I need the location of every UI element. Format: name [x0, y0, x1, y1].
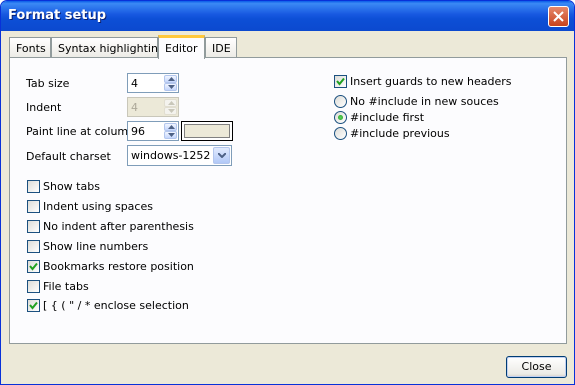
default-charset-label: Default charset [26, 150, 111, 163]
checkmark-icon [29, 301, 38, 310]
indent-using-spaces-checkbox[interactable] [27, 200, 40, 213]
arrow-down-icon [168, 85, 175, 89]
editor-panel: Tab size 4 Indent 4 Paint line at column… [9, 57, 567, 344]
indent-value: 4 [131, 101, 138, 114]
indent-using-spaces-label[interactable]: Indent using spaces [43, 200, 153, 213]
insert-guards-checkbox[interactable] [334, 75, 347, 88]
default-charset-dropdown-button[interactable] [213, 147, 230, 164]
tab-size-down-button[interactable] [164, 83, 177, 91]
close-button[interactable]: Close [506, 356, 567, 378]
checkmark-icon [336, 77, 345, 86]
bookmarks-restore-position-checkbox[interactable] [27, 260, 40, 273]
arrow-up-icon [168, 77, 175, 81]
enclose-selection-checkbox[interactable] [27, 299, 40, 312]
indent-label: Indent [26, 101, 62, 114]
arrow-down-icon [168, 133, 175, 137]
tab-fonts[interactable]: Fonts [9, 37, 51, 58]
title-bar[interactable]: Format setup [1, 1, 574, 31]
paint-line-spinner[interactable]: 96 [127, 121, 179, 141]
show-line-numbers-label[interactable]: Show line numbers [43, 240, 148, 253]
close-window-button[interactable] [548, 6, 569, 27]
close-icon [553, 11, 564, 22]
no-indent-after-parenthesis-label[interactable]: No indent after parenthesis [43, 220, 194, 233]
tab-editor[interactable]: Editor [158, 35, 205, 59]
arrow-up-icon [168, 125, 175, 129]
radio-selected-dot [338, 115, 343, 120]
enclose-selection-label[interactable]: [ { ( " / * enclose selection [43, 299, 189, 312]
no-include-radio[interactable] [334, 95, 347, 108]
paint-line-value[interactable]: 96 [131, 125, 145, 138]
tab-size-spinner[interactable]: 4 [127, 73, 179, 93]
tab-ide[interactable]: IDE [205, 37, 237, 58]
paint-line-label: Paint line at column [26, 125, 136, 138]
file-tabs-label[interactable]: File tabs [43, 280, 89, 293]
insert-guards-label[interactable]: Insert guards to new headers [350, 75, 512, 88]
no-indent-after-parenthesis-checkbox[interactable] [27, 220, 40, 233]
indent-down-button [164, 107, 177, 115]
format-setup-dialog: Format setup Fonts Syntax highlighting E… [0, 0, 575, 385]
window-title: Format setup [8, 8, 107, 23]
show-tabs-label[interactable]: Show tabs [43, 180, 100, 193]
tab-syntax-highlighting[interactable]: Syntax highlighting [51, 37, 165, 58]
include-first-radio[interactable] [334, 111, 347, 124]
indent-up-button [164, 99, 177, 107]
paint-line-down-button[interactable] [164, 131, 177, 139]
indent-spinner: 4 [127, 97, 179, 117]
default-charset-select[interactable]: windows-1252 [127, 145, 232, 166]
show-line-numbers-checkbox[interactable] [27, 240, 40, 253]
paint-line-up-button[interactable] [164, 123, 177, 131]
chevron-down-icon [218, 153, 226, 158]
show-tabs-checkbox[interactable] [27, 180, 40, 193]
paint-line-color-button[interactable] [181, 121, 233, 141]
arrow-up-icon [168, 101, 175, 105]
include-previous-label[interactable]: #include previous [350, 127, 450, 140]
include-previous-radio[interactable] [334, 127, 347, 140]
arrow-down-icon [168, 109, 175, 113]
checkmark-icon [29, 262, 38, 271]
default-charset-value: windows-1252 [131, 149, 211, 162]
file-tabs-checkbox[interactable] [27, 280, 40, 293]
include-first-label[interactable]: #include first [350, 111, 424, 124]
bookmarks-restore-position-label[interactable]: Bookmarks restore position [43, 260, 194, 273]
tab-size-value[interactable]: 4 [131, 77, 138, 90]
no-include-label[interactable]: No #include in new souces [350, 95, 499, 108]
tab-size-up-button[interactable] [164, 75, 177, 83]
tab-size-label: Tab size [26, 77, 70, 90]
